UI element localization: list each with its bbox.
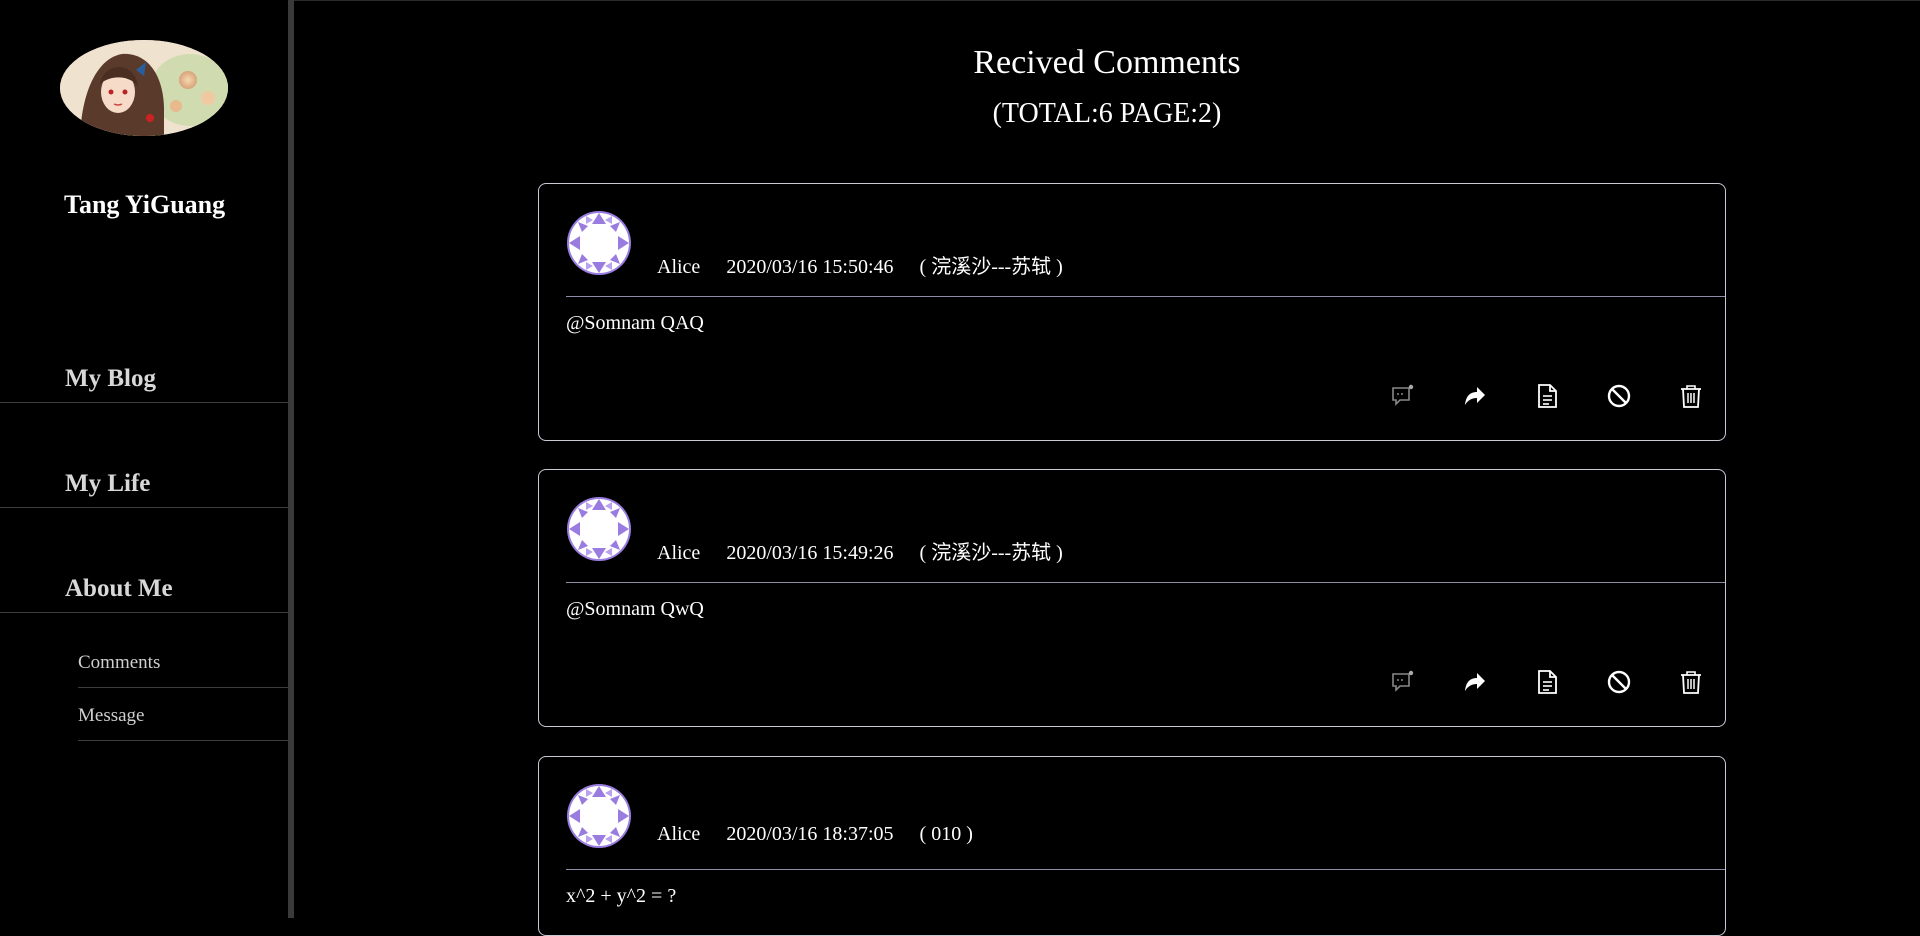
comment-meta: Alice 2020/03/16 15:49:26 ( 浣溪沙---苏轼 ) [657, 536, 1089, 565]
site-avatar[interactable] [60, 40, 228, 136]
comment-author[interactable]: Alice [657, 823, 700, 845]
comment-content: @Somnam QAQ [566, 312, 704, 334]
sub-nav-divider [78, 740, 288, 741]
page-subtitle: (TOTAL:6 PAGE:2) [992, 98, 1222, 129]
reply-icon[interactable] [1387, 666, 1419, 698]
comment-source[interactable]: ( 浣溪沙---苏轼 ) [920, 256, 1063, 278]
forward-icon[interactable] [1459, 380, 1491, 412]
comment-actions [1347, 380, 1707, 412]
sub-nav-item-label: Message [78, 705, 145, 726]
comment-datetime: 2020/03/16 18:37:05 [726, 823, 894, 845]
nav-item-label: My Blog [65, 365, 156, 392]
comment-divider [566, 296, 1725, 297]
comment-content: x^2 + y^2 = ? [566, 885, 677, 907]
nav-item-about-me[interactable]: About Me [0, 508, 288, 613]
comment-author[interactable]: Alice [657, 542, 700, 564]
sub-nav-item-message[interactable]: Message [78, 688, 288, 741]
comment-divider [566, 869, 1725, 870]
nav-item-label: About Me [65, 575, 173, 602]
comment-content: @Somnam QwQ [566, 598, 704, 620]
comment-source[interactable]: ( 010 ) [920, 823, 973, 845]
comment-divider [566, 582, 1725, 583]
trash-icon[interactable] [1675, 380, 1707, 412]
sub-nav-item-label: Comments [78, 652, 161, 673]
user-avatar[interactable] [566, 210, 632, 276]
document-icon[interactable] [1531, 666, 1563, 698]
comment-meta: Alice 2020/03/16 18:37:05 ( 010 ) [657, 823, 999, 846]
sidebar: Tang YiGuang My Blog My Life About Me Co… [0, 0, 288, 918]
comment-card: Alice 2020/03/16 15:50:46 ( 浣溪沙---苏轼 ) @So… [538, 183, 1726, 441]
reply-icon[interactable] [1387, 380, 1419, 412]
nav-item-my-life[interactable]: My Life [0, 403, 288, 508]
site-name: Tang YiGuang [64, 190, 226, 219]
nav-item-label: My Life [65, 470, 151, 497]
document-icon[interactable] [1531, 380, 1563, 412]
comment-datetime: 2020/03/16 15:49:26 [726, 542, 894, 564]
comment-source[interactable]: ( 浣溪沙---苏轼 ) [920, 542, 1063, 564]
sub-nav-item-comments[interactable]: Comments [78, 635, 288, 688]
comment-card: Alice 2020/03/16 18:37:05 ( 010 ) x^2 + y^… [538, 756, 1726, 936]
comment-meta: Alice 2020/03/16 15:50:46 ( 浣溪沙---苏轼 ) [657, 250, 1089, 279]
comment-author[interactable]: Alice [657, 256, 700, 278]
block-icon[interactable] [1603, 380, 1635, 412]
comment-datetime: 2020/03/16 15:50:46 [726, 256, 894, 278]
user-avatar[interactable] [566, 783, 632, 849]
user-avatar[interactable] [566, 496, 632, 562]
comment-actions [1347, 666, 1707, 698]
comment-card: Alice 2020/03/16 15:49:26 ( 浣溪沙---苏轼 ) @So… [538, 469, 1726, 727]
page-title: Recived Comments [973, 44, 1241, 81]
nav-item-my-blog[interactable]: My Blog [0, 298, 288, 403]
forward-icon[interactable] [1459, 666, 1491, 698]
block-icon[interactable] [1603, 666, 1635, 698]
trash-icon[interactable] [1675, 666, 1707, 698]
nav-divider [0, 612, 288, 613]
sidebar-border [288, 0, 294, 918]
